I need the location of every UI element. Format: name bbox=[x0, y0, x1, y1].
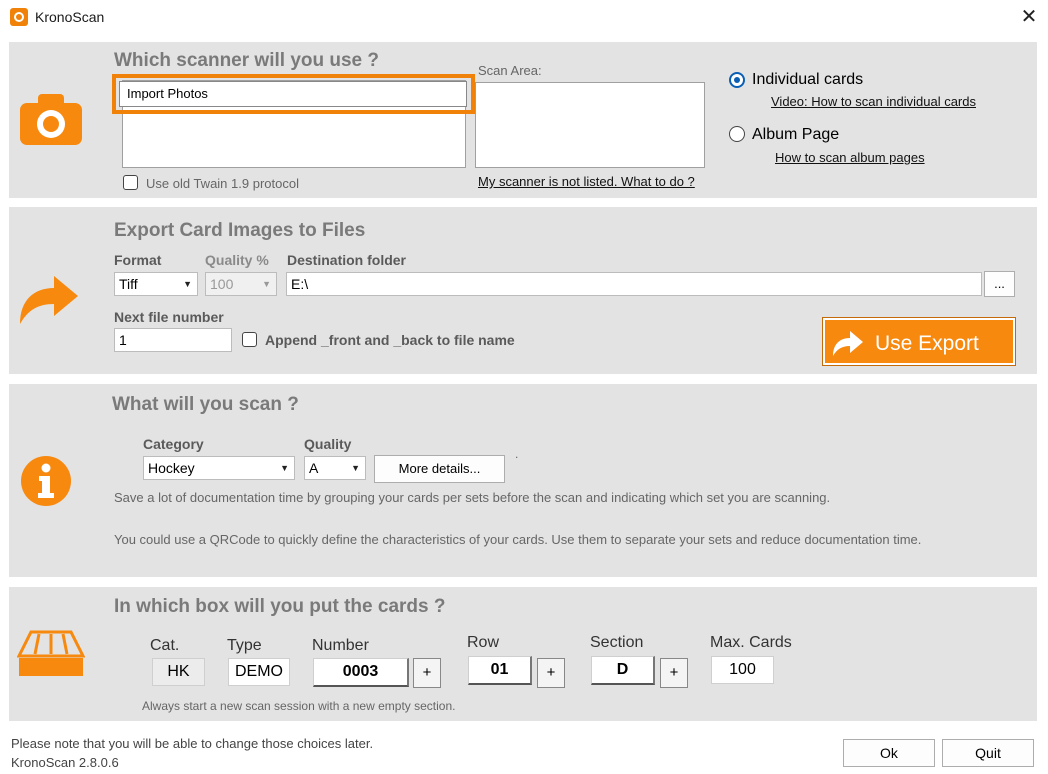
next-file-number-label: Next file number bbox=[114, 309, 224, 325]
row-field[interactable]: 01 bbox=[468, 656, 532, 685]
info-line-2: You could use a QRCode to quickly define… bbox=[114, 532, 922, 547]
next-file-number-input[interactable]: 1 bbox=[114, 328, 232, 352]
number-label: Number bbox=[312, 637, 369, 654]
export-heading: Export Card Images to Files bbox=[114, 220, 366, 241]
type-field[interactable]: DEMO bbox=[228, 658, 290, 686]
scan-area-list[interactable] bbox=[475, 82, 705, 168]
share-arrow-icon bbox=[833, 331, 863, 356]
browse-button[interactable]: ... bbox=[984, 271, 1015, 297]
album-page-radio[interactable] bbox=[729, 126, 745, 142]
title-bar: KronoScan ✕ bbox=[0, 0, 1048, 34]
box-note: Always start a new scan session with a n… bbox=[142, 699, 456, 713]
quality-percent-label: Quality % bbox=[205, 252, 269, 268]
info-icon bbox=[21, 456, 71, 506]
individual-cards-radio[interactable] bbox=[729, 72, 745, 88]
dot-mark: . bbox=[515, 447, 519, 461]
scanner-heading: Which scanner will you use ? bbox=[114, 50, 379, 71]
row-label: Row bbox=[467, 634, 500, 651]
section-label: Section bbox=[590, 634, 644, 651]
append-front-back-label: Append _front and _back to file name bbox=[265, 332, 515, 348]
section-field[interactable]: D bbox=[591, 656, 655, 685]
footer-note: Please note that you will be able to cha… bbox=[11, 736, 374, 751]
category-select[interactable]: Hockey ▼ bbox=[143, 456, 295, 480]
number-field[interactable]: 0003 bbox=[313, 658, 409, 687]
quality-label: Quality bbox=[304, 436, 352, 452]
quality-percent-value: 100 bbox=[210, 276, 234, 292]
format-label: Format bbox=[114, 252, 162, 268]
kronoscan-logo-icon bbox=[10, 8, 28, 26]
quality-select[interactable]: A ▼ bbox=[304, 456, 366, 480]
share-arrow-icon bbox=[20, 276, 78, 324]
box-heading: In which box will you put the cards ? bbox=[114, 596, 446, 617]
scanner-item-import-photos[interactable]: Import Photos bbox=[119, 81, 467, 107]
append-front-back-checkbox[interactable] bbox=[242, 332, 257, 347]
quit-button[interactable]: Quit bbox=[942, 739, 1034, 767]
scan-area-label: Scan Area: bbox=[478, 63, 542, 78]
chevron-down-icon: ▼ bbox=[351, 463, 360, 473]
use-export-button[interactable]: Use Export bbox=[822, 317, 1016, 366]
ok-button[interactable]: Ok bbox=[843, 739, 935, 767]
twain-checkbox[interactable] bbox=[123, 175, 138, 190]
individual-cards-label: Individual cards bbox=[752, 71, 864, 88]
max-cards-label: Max. Cards bbox=[710, 634, 792, 651]
max-cards-field[interactable]: 100 bbox=[711, 656, 774, 684]
window-title: KronoScan bbox=[35, 9, 105, 25]
quality-select-value: A bbox=[309, 460, 319, 476]
info-line-1: Save a lot of documentation time by grou… bbox=[114, 490, 831, 505]
album-page-label: Album Page bbox=[752, 126, 840, 143]
cat-field[interactable]: HK bbox=[152, 658, 205, 686]
chevron-down-icon: ▼ bbox=[262, 279, 271, 289]
section-increment-button[interactable]: + bbox=[660, 658, 688, 688]
card-box-icon bbox=[17, 630, 85, 676]
twain-label: Use old Twain 1.9 protocol bbox=[146, 176, 299, 191]
camera-icon bbox=[20, 94, 82, 145]
scanner-not-listed-link[interactable]: My scanner is not listed. What to do ? bbox=[478, 174, 695, 189]
row-increment-button[interactable]: + bbox=[537, 658, 565, 688]
individual-cards-video-link[interactable]: Video: How to scan individual cards bbox=[771, 94, 976, 109]
destination-folder-label: Destination folder bbox=[287, 252, 407, 268]
album-page-link[interactable]: How to scan album pages bbox=[775, 150, 925, 165]
close-button[interactable]: ✕ bbox=[1014, 4, 1044, 30]
format-select[interactable]: Tiff ▼ bbox=[114, 272, 198, 296]
destination-folder-input[interactable]: E:\ bbox=[286, 272, 982, 296]
version-label: KronoScan 2.8.0.6 bbox=[11, 755, 119, 770]
chevron-down-icon: ▼ bbox=[280, 463, 289, 473]
use-export-label: Use Export bbox=[875, 332, 979, 355]
number-increment-button[interactable]: + bbox=[413, 658, 441, 688]
scan-what-heading: What will you scan ? bbox=[112, 394, 299, 415]
more-details-button[interactable]: More details... bbox=[374, 455, 505, 483]
format-select-value: Tiff bbox=[119, 276, 138, 292]
category-select-value: Hockey bbox=[148, 460, 195, 476]
chevron-down-icon: ▼ bbox=[183, 279, 192, 289]
category-label: Category bbox=[143, 436, 204, 452]
cat-label: Cat. bbox=[150, 637, 180, 654]
type-label: Type bbox=[227, 637, 262, 654]
quality-percent-select: 100 ▼ bbox=[205, 272, 277, 296]
